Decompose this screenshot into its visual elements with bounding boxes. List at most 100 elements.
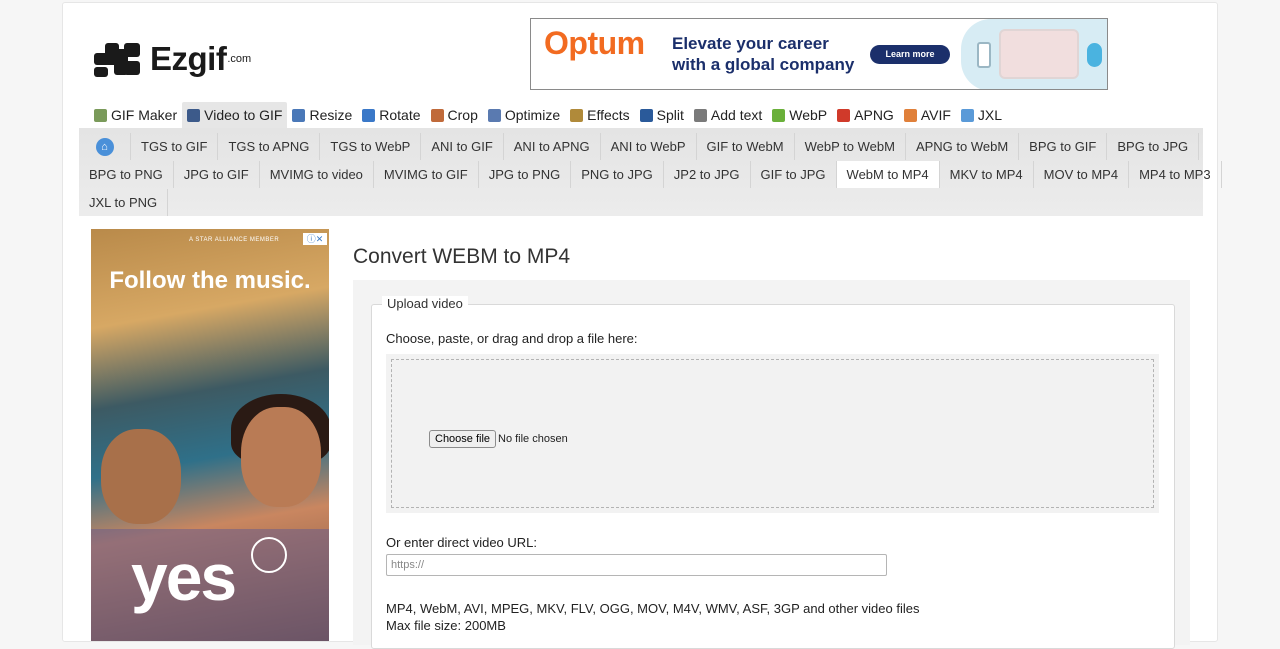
sub-tab-bpg-to-jpg[interactable]: BPG to JPG [1107, 133, 1200, 160]
add-text-icon [693, 108, 707, 122]
optimize-icon [487, 108, 501, 122]
main-tab-label: APNG [854, 107, 894, 123]
sub-tab-jxl-to-png[interactable]: JXL to PNG [79, 189, 169, 216]
max-file-size: Max file size: 200MB [386, 618, 506, 633]
sub-tab-jpg-to-png[interactable]: JPG to PNG [479, 161, 572, 188]
file-status: No file chosen [498, 433, 568, 445]
supported-formats: MP4, WebM, AVI, MPEG, MKV, FLV, OGG, MOV… [386, 601, 920, 616]
main-tab-label: Rotate [379, 107, 421, 123]
logo-text: Ezgif [150, 40, 227, 77]
logo-mark-icon [94, 39, 144, 79]
ad-person-left [101, 429, 181, 524]
main-tab-label: Add text [710, 107, 763, 123]
page-title: Convert WEBM to MP4 [353, 245, 571, 268]
sub-home-button[interactable]: ⌂ [79, 133, 131, 160]
ad-word: yes [131, 540, 237, 614]
ad-headline: Follow the music. [109, 267, 311, 294]
choose-file-label: Choose, paste, or drag and drop a file h… [386, 331, 638, 346]
sub-tab-gif-to-jpg[interactable]: GIF to JPG [751, 161, 837, 188]
crop-icon [430, 108, 444, 122]
top-banner-ad[interactable]: Optum Elevate your career with a global … [530, 18, 1108, 90]
main-tab-label: GIF Maker [111, 107, 178, 123]
main-tab-label: Crop [447, 107, 478, 123]
sub-tab-ani-to-gif[interactable]: ANI to GIF [421, 133, 504, 160]
lufthansa-logo-icon [251, 537, 287, 573]
main-tab-add-text[interactable]: Add text [689, 102, 767, 128]
sub-tab-tgs-to-gif[interactable]: TGS to GIF [131, 133, 219, 160]
sub-tab-mov-to-mp4[interactable]: MOV to MP4 [1034, 161, 1130, 188]
ezgif-logo[interactable]: Ezgif .com [94, 36, 254, 81]
main-nav: GIF Maker Video to GIF Resize Rotate Crop Opt… [89, 102, 1007, 128]
sub-tab-ani-to-webp[interactable]: ANI to WebP [601, 133, 697, 160]
sub-tab-mvimg-to-video[interactable]: MVIMG to video [260, 161, 374, 188]
video-to-gif-icon [187, 108, 201, 122]
main-tab-apng[interactable]: APNG [832, 102, 899, 128]
sub-tab-apng-to-webm[interactable]: APNG to WebM [906, 133, 1020, 160]
sub-tab-webm-to-mp4[interactable]: WebM to MP4 [836, 161, 940, 188]
main-tab-avif[interactable]: AVIF [899, 102, 956, 128]
ad-tagline-line2: with a global company [672, 55, 855, 74]
main-tab-label: Video to GIF [204, 107, 283, 123]
side-ad[interactable]: A STAR ALLIANCE MEMBER ⓘ✕ Follow the mus… [91, 229, 329, 641]
ad-close-icon[interactable]: ⓘ✕ [303, 233, 327, 245]
rotate-icon [362, 108, 376, 122]
main-tab-label: WebP [789, 107, 828, 123]
ad-device-image [961, 19, 1107, 89]
sub-tab-jpg-to-gif[interactable]: JPG to GIF [174, 161, 260, 188]
main-tab-video-to-gif[interactable]: Video to GIF [182, 102, 288, 128]
main-tab-optimize[interactable]: Optimize [483, 102, 565, 128]
home-icon: ⌂ [95, 137, 114, 156]
video-url-input[interactable] [386, 554, 887, 576]
choose-file-button[interactable]: Choose file [429, 430, 497, 448]
sub-nav: ⌂ TGS to GIF TGS to APNG TGS to WebP ANI to… [79, 128, 1222, 216]
apng-icon [837, 108, 851, 122]
ad-brand: Optum [544, 25, 645, 61]
resize-icon [292, 108, 306, 122]
jxl-icon [960, 108, 974, 122]
main-tab-jxl[interactable]: JXL [956, 102, 1007, 128]
ad-person-right [241, 407, 321, 507]
url-label: Or enter direct video URL: [386, 535, 538, 550]
upload-panel: Upload video Choose, paste, or drag and … [353, 280, 1190, 649]
main-tab-effects[interactable]: Effects [565, 102, 635, 128]
ad-tagline-line1: Elevate your career [672, 34, 829, 53]
main-tab-resize[interactable]: Resize [287, 102, 357, 128]
sub-tab-tgs-to-webp[interactable]: TGS to WebP [320, 133, 422, 160]
main-tab-gif-maker[interactable]: GIF Maker [89, 102, 182, 128]
page-container: Ezgif .com Optum Elevate your career wit… [62, 2, 1222, 649]
format-info: MP4, WebM, AVI, MPEG, MKV, FLV, OGG, MOV… [386, 600, 919, 634]
sub-tab-mvimg-to-gif[interactable]: MVIMG to GIF [374, 161, 479, 188]
sub-tab-bpg-to-png[interactable]: BPG to PNG [79, 161, 174, 188]
ad-learn-more-button[interactable]: Learn more [870, 45, 950, 64]
sub-tab-mkv-to-mp4[interactable]: MKV to MP4 [940, 161, 1034, 188]
main-tab-label: JXL [977, 107, 1003, 123]
sub-tab-png-to-jpg[interactable]: PNG to JPG [571, 161, 664, 188]
effects-icon [570, 108, 584, 122]
upload-legend: Upload video [382, 296, 468, 311]
main-tab-label: Split [656, 107, 684, 123]
ad-alliance-text: A STAR ALLIANCE MEMBER [189, 237, 280, 243]
sub-tab-webp-to-webm[interactable]: WebP to WebM [795, 133, 906, 160]
avif-icon [903, 108, 917, 122]
main-tab-split[interactable]: Split [635, 102, 689, 128]
webp-icon [772, 108, 786, 122]
main-tab-label: Optimize [504, 107, 561, 123]
main-tab-rotate[interactable]: Rotate [357, 102, 425, 128]
main-tab-label: AVIF [920, 107, 951, 123]
sub-tab-bpg-to-gif[interactable]: BPG to GIF [1019, 133, 1108, 160]
sub-tab-mp4-to-mp3[interactable]: MP4 to MP3 [1129, 161, 1222, 188]
main-tab-label: Resize [309, 107, 353, 123]
gif-maker-icon [94, 108, 107, 122]
ad-tagline: Elevate your career with a global compan… [672, 33, 854, 75]
split-icon [639, 108, 653, 122]
logo-tld: .com [227, 53, 252, 65]
drop-zone-border: Choose file No file chosen [391, 359, 1154, 508]
sub-tab-tgs-to-apng[interactable]: TGS to APNG [218, 133, 321, 160]
sub-tab-gif-to-webm[interactable]: GIF to WebM [697, 133, 795, 160]
main-tab-label: Effects [587, 107, 630, 123]
main-tab-webp[interactable]: WebP [767, 102, 832, 128]
sub-tab-ani-to-apng[interactable]: ANI to APNG [504, 133, 601, 160]
main-tab-crop[interactable]: Crop [426, 102, 483, 128]
sub-tab-jp2-to-jpg[interactable]: JP2 to JPG [664, 161, 751, 188]
drop-zone[interactable]: Choose file No file chosen [386, 354, 1159, 513]
